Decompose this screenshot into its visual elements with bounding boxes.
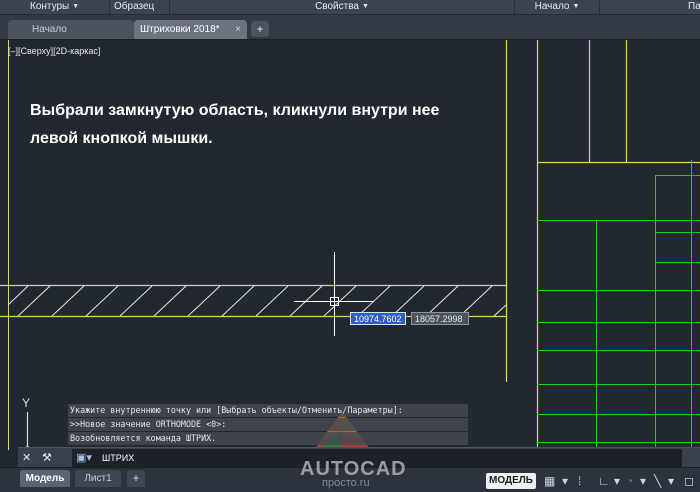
ucs-icon — [21, 412, 34, 453]
dynamic-input-x[interactable]: 10974.7602 — [350, 312, 406, 325]
file-tab-label: Начало — [32, 24, 67, 35]
isodraft-dropdown-icon[interactable]: ▾ — [668, 472, 674, 490]
green-grid — [537, 160, 700, 464]
file-tab-hatches-2018[interactable]: Штриховки 2018* × — [134, 20, 247, 39]
dynamic-input-y[interactable]: 18057.2998 — [411, 312, 469, 325]
command-history-line: Укажите внутреннюю точку или [Выбрать об… — [68, 404, 468, 417]
file-tab-start[interactable]: Начало — [8, 20, 134, 39]
command-history-line: >>Новое значение ORTHOMODE <0>: — [68, 418, 468, 431]
autocad-window: Контуры▼ Образец Свойства▼ Начало▼ Пар Н… — [0, 0, 700, 492]
ribbon-panel-options[interactable]: Пар — [600, 0, 700, 14]
file-tab-label: Штриховки 2018* — [140, 24, 220, 35]
ortho-dropdown-icon[interactable]: ▾ — [614, 472, 620, 490]
tutorial-caption: Выбрали замкнутую область, кликнули внут… — [30, 102, 440, 147]
tab-layout1[interactable]: Лист1 — [75, 470, 121, 487]
grid-icon[interactable]: ▦ — [544, 472, 555, 490]
ribbon-panel-label: Образец — [114, 1, 155, 12]
tab-model[interactable]: Модель — [20, 470, 70, 487]
watermark-subtitle: просто.ru — [322, 477, 370, 489]
ribbon-panel-label: Пар — [688, 1, 700, 12]
close-icon[interactable]: ✕ — [22, 451, 31, 465]
chevron-down-icon: ▼ — [361, 3, 369, 10]
ribbon-panel-contours[interactable]: Контуры ▼ — [0, 0, 110, 14]
isodraft-icon[interactable]: ╲ — [654, 472, 661, 490]
polar-dropdown-icon[interactable]: ▾ — [640, 472, 646, 490]
ribbon-panel-bar: Контуры▼ Образец Свойства▼ Начало▼ Пар — [0, 0, 700, 15]
add-tab-button[interactable]: + — [251, 21, 269, 37]
polar-icon[interactable]: ◔ — [626, 472, 633, 490]
ortho-icon[interactable]: ∟ — [598, 472, 610, 490]
viewport-controls-label[interactable]: [–][Сверху][2D-каркас] — [8, 46, 100, 56]
ribbon-panel-label: Свойства — [315, 1, 359, 12]
ribbon-panel-properties[interactable]: Свойства ▼ — [170, 0, 515, 14]
object-snap-icon[interactable]: ◻ — [684, 472, 694, 490]
ribbon-panel-pattern[interactable]: Образец — [110, 0, 170, 14]
file-tab-bar: Начало Штриховки 2018* × + — [0, 15, 700, 40]
command-history: Укажите внутреннюю точку или [Выбрать об… — [68, 404, 468, 446]
model-space-button[interactable]: МОДЕЛЬ — [486, 473, 536, 489]
grid-dropdown-icon[interactable]: ▾ — [562, 472, 568, 490]
command-history-line: Возобновляется команда ШТРИХ. — [68, 432, 468, 445]
close-icon[interactable]: × — [235, 20, 241, 39]
ucs-y-axis-label: Y — [22, 396, 31, 410]
chevron-down-icon: ▼ — [72, 3, 80, 10]
add-layout-button[interactable]: + — [127, 470, 145, 487]
snap-icon[interactable]: ⁞ — [578, 472, 581, 490]
ribbon-panel-label: Контуры — [30, 1, 70, 12]
command-input-text: ШТРИХ — [102, 453, 135, 463]
ribbon-panel-origin[interactable]: Начало ▼ — [515, 0, 600, 14]
command-prompt-icon[interactable]: ▣▾ — [76, 451, 92, 465]
ribbon-panel-label: Начало — [534, 1, 570, 12]
wrench-icon[interactable]: ⚒ — [42, 451, 52, 465]
chevron-down-icon: ▼ — [572, 3, 580, 10]
